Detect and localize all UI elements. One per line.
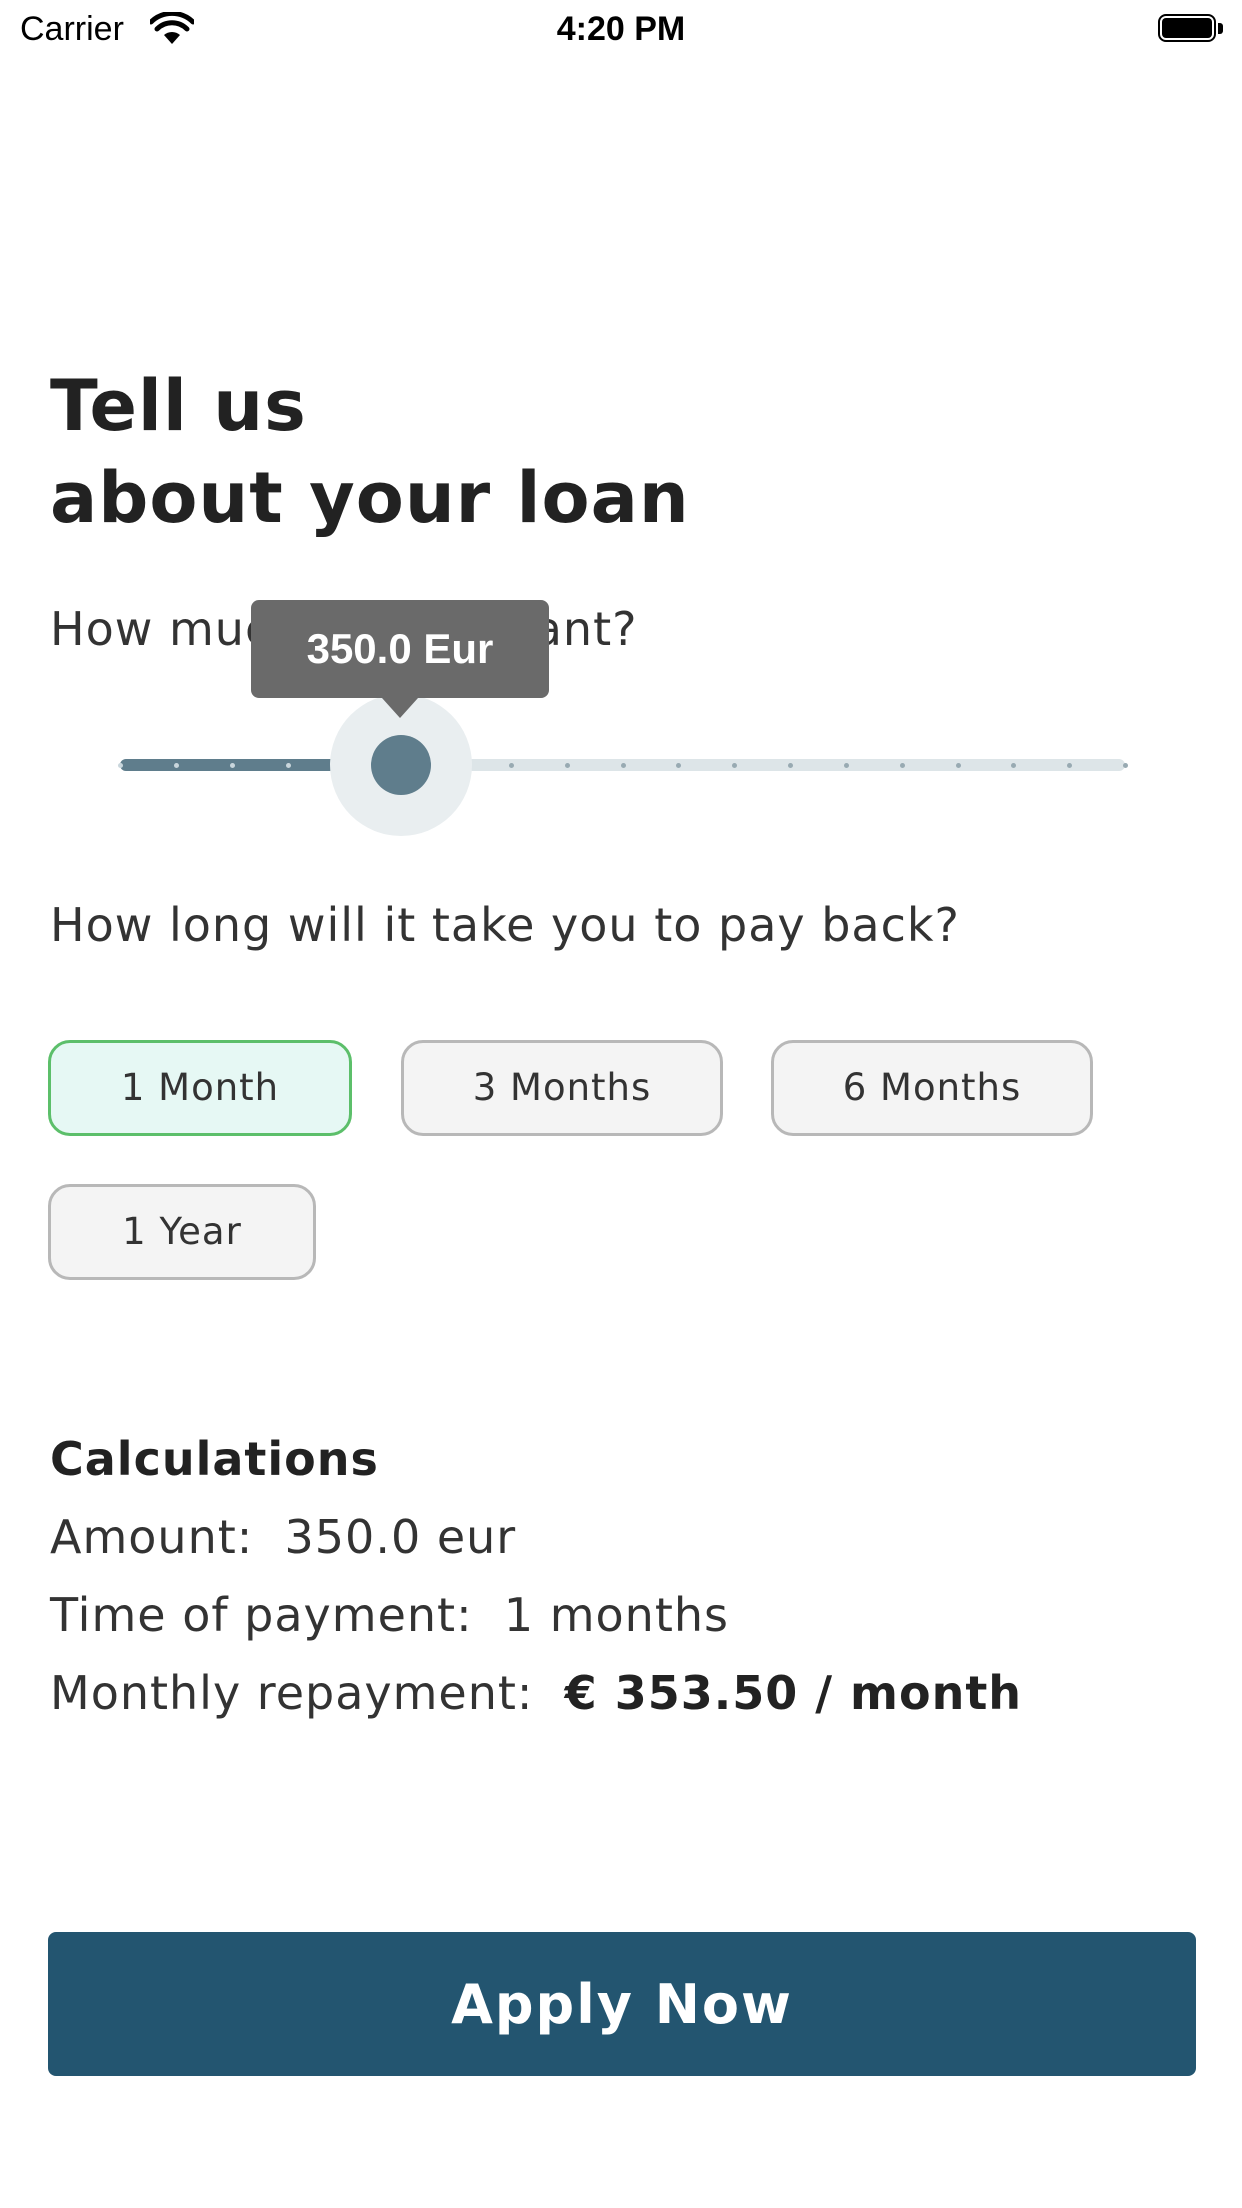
duration-option-6-months[interactable]: 6 Months [771, 1040, 1093, 1136]
clock: 4:20 PM [556, 10, 686, 48]
slider-tick [956, 763, 961, 768]
slider-tick [621, 763, 626, 768]
calculations-heading: Calculations [50, 1432, 379, 1486]
calc-amount-value: 350.0 eur [284, 1510, 517, 1564]
amount-slider[interactable] [118, 694, 1128, 836]
calc-monthly-value: € 353.50 / month [564, 1666, 1023, 1720]
battery-icon [1158, 14, 1224, 44]
slider-tick [230, 763, 235, 768]
slider-tick [1067, 763, 1072, 768]
slider-tick [1123, 763, 1128, 768]
slider-tick [174, 763, 179, 768]
title-line-2: about your loan [50, 457, 690, 539]
calc-time-row: Time of payment: 1 months [50, 1588, 729, 1642]
page-title: Tell us about your loan [50, 360, 690, 544]
calc-time-label: Time of payment: [50, 1588, 473, 1642]
slider-tick [286, 763, 291, 768]
slider-tick [509, 763, 514, 768]
status-bar: Carrier 4:20 PM [0, 0, 1242, 62]
duration-question: How long will it take you to pay back? [50, 898, 960, 952]
apply-now-button[interactable]: Apply Now [48, 1932, 1196, 2076]
slider-tick [732, 763, 737, 768]
slider-thumb[interactable] [371, 735, 431, 795]
calc-amount-label: Amount: [50, 1510, 254, 1564]
slider-tick [844, 763, 849, 768]
calc-monthly-row: Monthly repayment: € 353.50 / month [50, 1666, 1022, 1720]
calc-monthly-label: Monthly repayment: [50, 1666, 534, 1720]
slider-tick [1011, 763, 1016, 768]
slider-tick [676, 763, 681, 768]
slider-tick [788, 763, 793, 768]
slider-value-tooltip: 350.0 Eur [251, 600, 549, 718]
calc-amount-row: Amount: 350.0 eur [50, 1510, 516, 1564]
slider-tick [900, 763, 905, 768]
slider-tick [565, 763, 570, 768]
slider-tick [118, 763, 123, 768]
calc-time-value: 1 months [503, 1588, 729, 1642]
duration-option-1-year[interactable]: 1 Year [48, 1184, 316, 1280]
duration-option-1-month[interactable]: 1 Month [48, 1040, 352, 1136]
duration-option-3-months[interactable]: 3 Months [401, 1040, 723, 1136]
title-line-1: Tell us [50, 365, 307, 447]
